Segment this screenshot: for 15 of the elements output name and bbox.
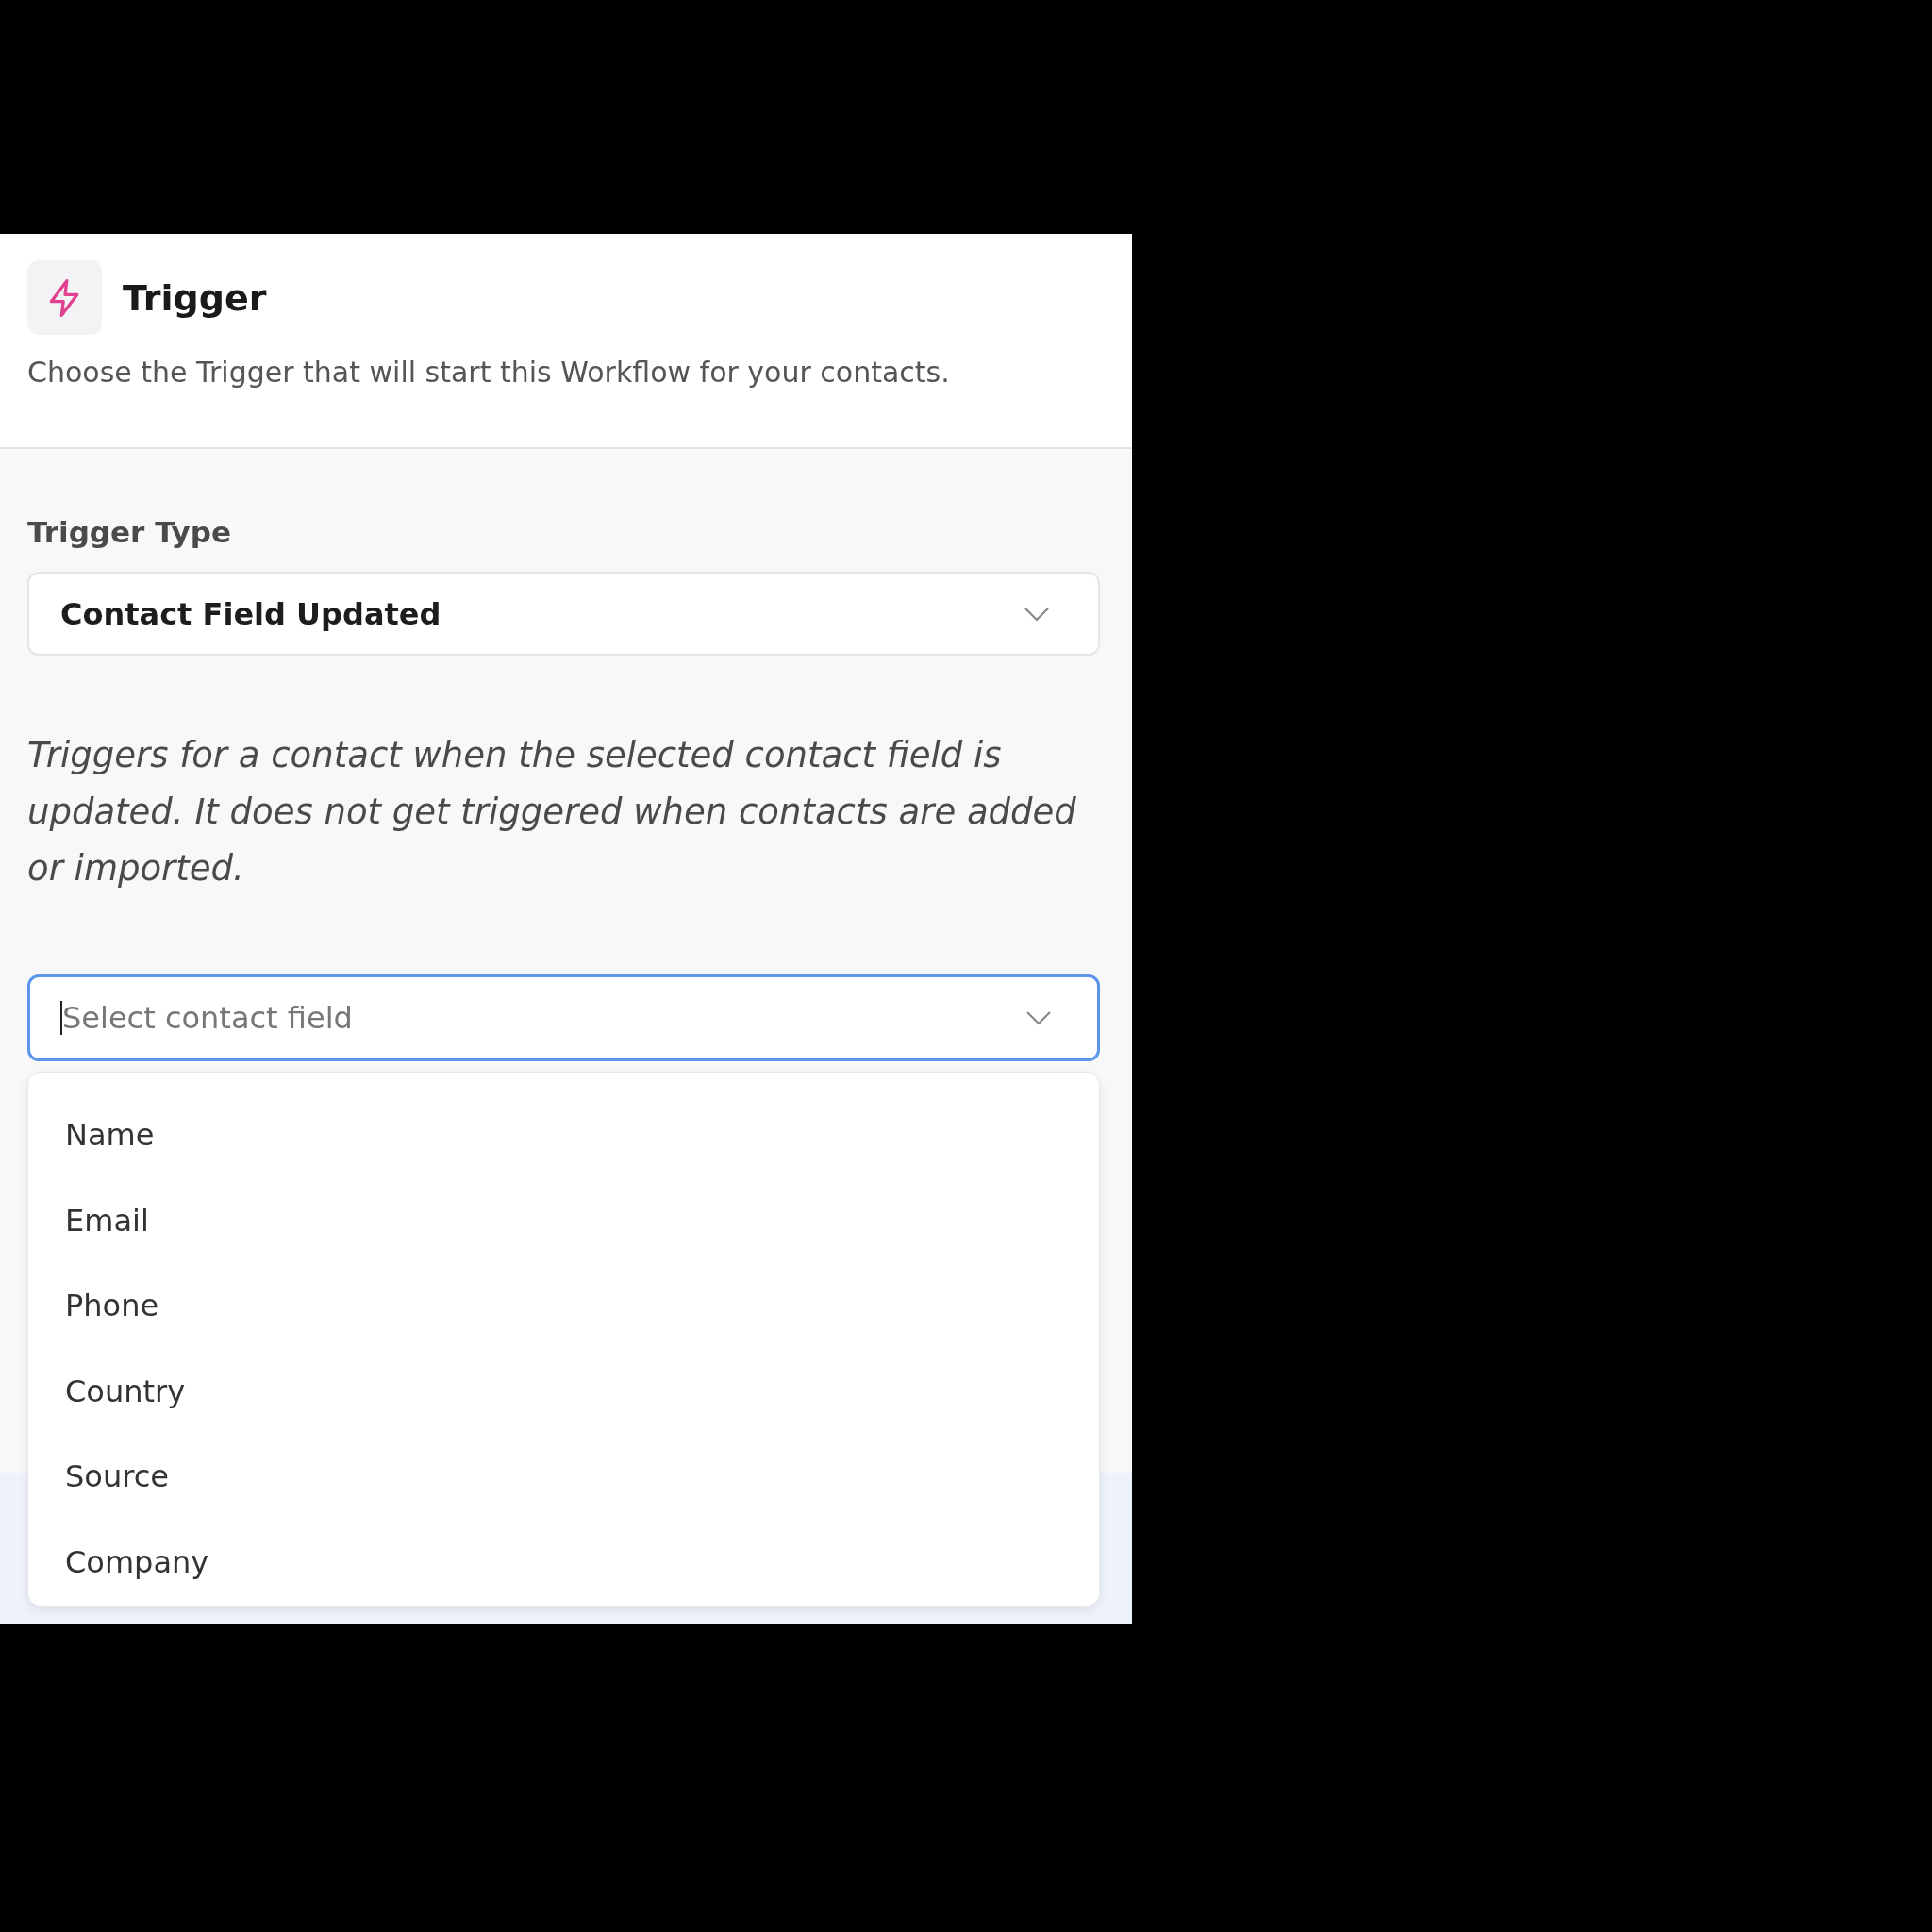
dropdown-option[interactable]: Country [28,1348,1099,1434]
chevron-down-icon [1024,1009,1053,1026]
dropdown-option[interactable]: Source [28,1434,1099,1520]
panel-subtitle: Choose the Trigger that will start this Workflow for your contacts. [27,356,951,389]
trigger-description: Triggers for a contact when the selected contact field is updated. It does not get triggered when contacts are added or imported. [27,734,1077,891]
field-label: Trigger Type [27,515,232,549]
lightning-icon [27,260,102,335]
dropdown-option[interactable]: Company [28,1519,1099,1605]
panel-title: Trigger [123,276,267,319]
dropdown-option[interactable]: Email [28,1177,1099,1263]
trigger-type-select[interactable]: Contact Field Updated [27,572,1100,656]
contact-field-select[interactable]: Select contact field [27,974,1100,1061]
chevron-down-icon [1023,605,1051,623]
dropdown-option[interactable]: Phone [28,1263,1099,1349]
dropdown-option[interactable]: Name [28,1092,1099,1178]
